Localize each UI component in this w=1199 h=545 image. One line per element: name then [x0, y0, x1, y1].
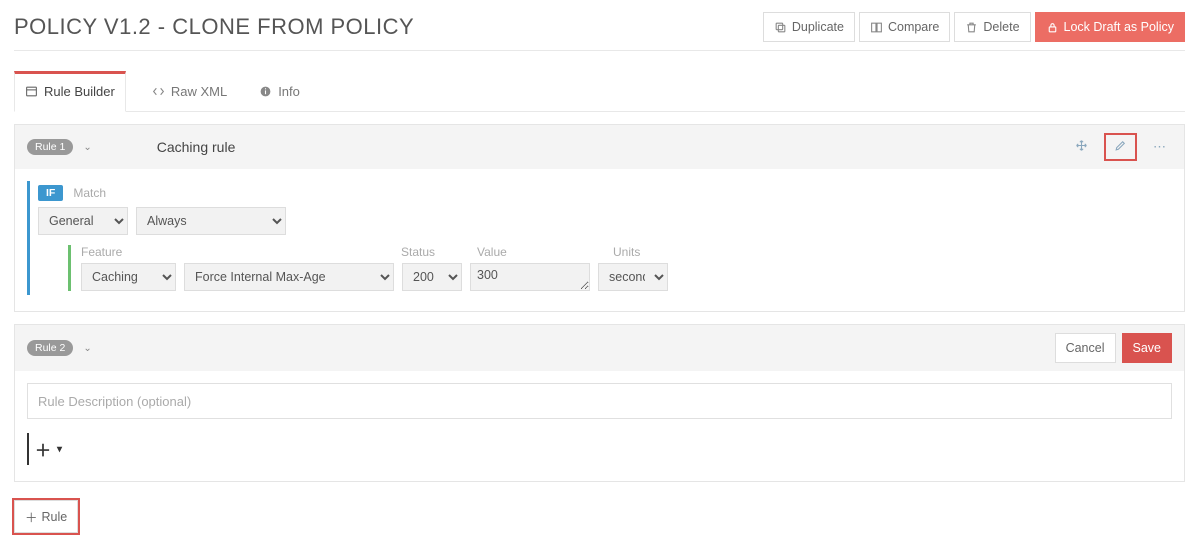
delete-label: Delete	[983, 20, 1019, 34]
rule1-panel: Rule 1 ⌄ Caching rule ⋯ IF Match General…	[14, 124, 1185, 312]
if-badge: IF	[38, 185, 63, 201]
units-col-label: Units	[613, 245, 691, 259]
match-condition-select[interactable]: Always	[136, 207, 286, 235]
rule1-body: IF Match General Always Feature Status V…	[15, 169, 1184, 311]
lock-draft-button[interactable]: Lock Draft as Policy	[1035, 12, 1185, 42]
tab-info-label: Info	[278, 84, 300, 99]
info-icon	[259, 85, 272, 98]
plus-icon: ＋	[25, 507, 38, 526]
rule2-panel: Rule 2 ⌄ Cancel Save ＋ ▾	[14, 324, 1185, 482]
compare-icon	[870, 21, 883, 34]
rule1-name: Caching rule	[157, 139, 236, 155]
tab-info[interactable]: Info	[253, 71, 306, 111]
add-rule-button[interactable]: ＋ Rule	[14, 500, 78, 533]
lock-icon	[1046, 21, 1059, 34]
rule1-header: Rule 1 ⌄ Caching rule ⋯	[15, 125, 1184, 169]
units-select[interactable]: seconds	[598, 263, 668, 291]
add-rule-label: Rule	[42, 510, 68, 524]
edit-icon[interactable]	[1104, 133, 1137, 161]
top-actions: Duplicate Compare Delete Lock Draft as P…	[759, 12, 1185, 42]
match-label: Match	[73, 186, 106, 200]
plus-icon: ＋	[35, 437, 51, 461]
compare-label: Compare	[888, 20, 939, 34]
chevron-down-icon: ▾	[57, 444, 62, 455]
duplicate-button[interactable]: Duplicate	[763, 12, 855, 42]
feature-col-label: Feature	[81, 245, 393, 259]
tab-raw-xml-label: Raw XML	[171, 84, 227, 99]
feature-block: Feature Status Value Units Caching Force…	[68, 245, 1172, 291]
rule1-collapse-toggle[interactable]: ⌄	[83, 142, 91, 153]
list-icon	[25, 85, 38, 98]
duplicate-label: Duplicate	[792, 20, 844, 34]
match-block: IF Match General Always Feature Status V…	[27, 181, 1172, 295]
tab-raw-xml[interactable]: Raw XML	[146, 71, 233, 111]
status-select[interactable]: 200	[402, 263, 462, 291]
lock-label: Lock Draft as Policy	[1064, 20, 1174, 34]
move-icon[interactable]	[1069, 135, 1094, 159]
compare-button[interactable]: Compare	[859, 12, 950, 42]
more-icon[interactable]: ⋯	[1147, 135, 1172, 159]
rule1-pill: Rule 1	[27, 139, 73, 155]
save-button[interactable]: Save	[1122, 333, 1173, 363]
delete-button[interactable]: Delete	[954, 12, 1030, 42]
page-title: POLICY V1.2 - CLONE FROM POLICY	[14, 14, 414, 40]
add-condition-button[interactable]: ＋ ▾	[27, 433, 68, 465]
rule2-header: Rule 2 ⌄ Cancel Save	[15, 325, 1184, 371]
status-col-label: Status	[401, 245, 469, 259]
code-icon	[152, 85, 165, 98]
cancel-button[interactable]: Cancel	[1055, 333, 1116, 363]
match-category-select[interactable]: General	[38, 207, 128, 235]
duplicate-icon	[774, 21, 787, 34]
value-input[interactable]	[470, 263, 590, 291]
tab-rule-builder-label: Rule Builder	[44, 84, 115, 99]
tab-rule-builder[interactable]: Rule Builder	[14, 71, 126, 112]
rule-description-input[interactable]	[27, 383, 1172, 419]
feature-category-select[interactable]: Caching	[81, 263, 176, 291]
value-col-label: Value	[477, 245, 605, 259]
tabs: Rule Builder Raw XML Info	[14, 71, 1185, 112]
rule2-collapse-toggle[interactable]: ⌄	[83, 343, 91, 354]
feature-name-select[interactable]: Force Internal Max-Age	[184, 263, 394, 291]
rule2-pill: Rule 2	[27, 340, 73, 356]
rule2-body: ＋ ▾	[15, 371, 1184, 481]
trash-icon	[965, 21, 978, 34]
